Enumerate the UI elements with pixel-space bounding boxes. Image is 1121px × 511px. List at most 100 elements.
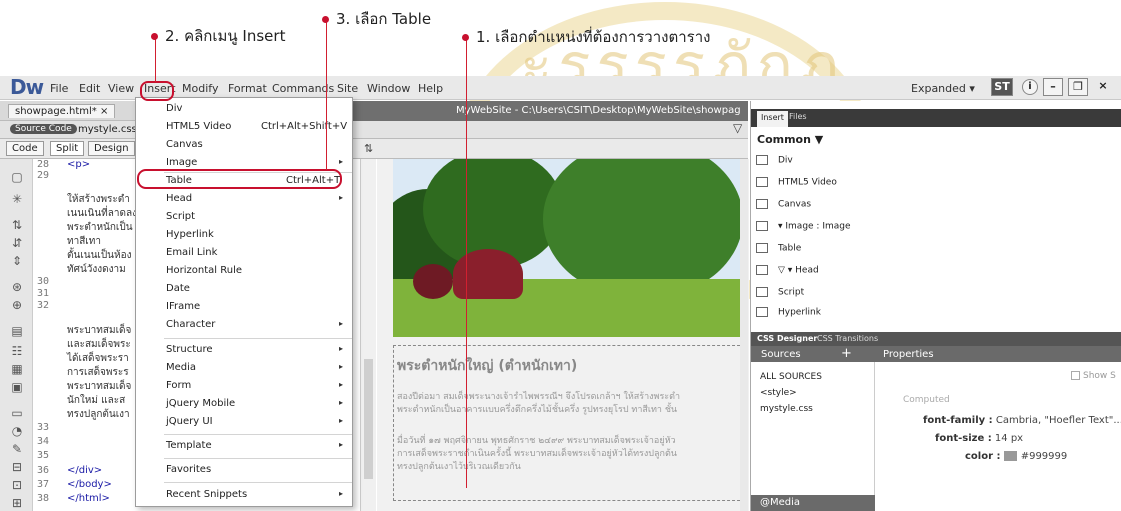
close-icon[interactable]: × <box>1093 78 1113 96</box>
table-icon <box>756 243 768 253</box>
color-swatch[interactable] <box>1003 451 1017 461</box>
submenu-arrow-icon: ▸ <box>339 193 344 202</box>
tab-insert[interactable]: Insert <box>757 111 788 127</box>
insert-canvas[interactable]: Canvas <box>756 199 811 210</box>
syntax-icon[interactable]: ☷ <box>10 345 24 357</box>
menu-modify[interactable]: Modify <box>182 82 218 95</box>
insert-html5-video[interactable]: HTML5 Video <box>756 177 837 188</box>
design-view[interactable]: พระตำหนักใหญ่ (ตำหนักเทา) สองปีต่อมา สมเ… <box>377 159 749 511</box>
insert-head[interactable]: ▽ ▾ Head <box>756 265 819 276</box>
extension-icon[interactable]: ST <box>991 78 1013 96</box>
tab-css-transitions[interactable]: CSS Transitions <box>817 334 878 343</box>
toolbar-options-icon[interactable]: ⇅ <box>364 142 373 155</box>
view-code-button[interactable]: Code <box>6 141 44 156</box>
design-scrollbar[interactable] <box>740 159 748 511</box>
menu-item-structure[interactable]: Structure ▸ <box>136 342 354 359</box>
css-panel-tabs: CSS Designer CSS Transitions <box>751 332 1121 346</box>
media-section[interactable]: @Media <box>751 495 875 511</box>
document-tab[interactable]: showpage.html* × <box>8 104 116 118</box>
open-documents-icon[interactable]: ▢ <box>10 171 24 183</box>
menu-item-horizontal-rule[interactable]: Horizontal Rule <box>136 263 354 280</box>
related-css-link[interactable]: mystyle.css <box>78 124 137 135</box>
annotation-step3: 3. เลือก Table <box>322 7 431 31</box>
menu-separator <box>164 482 352 483</box>
highlight-icon[interactable]: ⊕ <box>10 299 24 311</box>
menu-file[interactable]: File <box>50 82 68 95</box>
source-mystyle[interactable]: mystyle.css <box>760 404 813 414</box>
insert-highlight-ring <box>140 81 174 101</box>
menu-edit[interactable]: Edit <box>79 82 100 95</box>
menu-format[interactable]: Format <box>228 82 267 95</box>
source-code-badge[interactable]: Source Code <box>10 124 77 134</box>
add-source-icon[interactable]: + <box>841 346 852 361</box>
menu-item-script[interactable]: Script <box>136 209 354 226</box>
menu-item-character[interactable]: Character ▸ <box>136 317 354 334</box>
uncomment-icon[interactable]: ▣ <box>10 381 24 393</box>
submenu-arrow-icon: ▸ <box>339 398 344 407</box>
menu-item-media[interactable]: Media ▸ <box>136 360 354 377</box>
collapse-icon[interactable]: ✳ <box>10 193 24 205</box>
word-wrap-icon[interactable]: ▤ <box>10 325 24 337</box>
insert-div[interactable]: Div <box>756 155 793 166</box>
menu-item-jquery-mobile[interactable]: jQuery Mobile ▸ <box>136 396 354 413</box>
tab-css-designer[interactable]: CSS Designer <box>757 334 817 343</box>
menu-item-jquery-ui[interactable]: jQuery UI ▸ <box>136 414 354 431</box>
select-parent-icon[interactable]: ⇵ <box>10 237 24 249</box>
menu-item-date[interactable]: Date <box>136 281 354 298</box>
menu-site[interactable]: Site <box>337 82 358 95</box>
pointer-line-table <box>326 18 327 170</box>
source-style[interactable]: <style> <box>760 388 797 398</box>
submenu-arrow-icon: ▸ <box>339 319 344 328</box>
insert-table[interactable]: Table <box>756 243 801 254</box>
outdent-icon[interactable]: ⊡ <box>10 479 24 491</box>
move-css-icon[interactable]: ✎ <box>10 443 24 455</box>
tab-files[interactable]: Files <box>785 112 811 121</box>
design-paragraph-1: สองปีต่อมา สมเด็จพระนางเจ้ารำไพพรรณีฯ จึ… <box>397 392 681 402</box>
menu-item-email-link[interactable]: Email Link <box>136 245 354 262</box>
code-scrollbar[interactable] <box>360 159 376 511</box>
menu-item-div[interactable]: Div <box>136 101 354 118</box>
view-design-button[interactable]: Design <box>88 141 135 156</box>
coding-toolbar: ▢ ✳ ⇅ ⇵ ⇕ ⊛ ⊕ ▤ ☷ ▦ ▣ ▭ ◔ ✎ ⊟ ⊡ ⊞ <box>0 159 33 511</box>
menu-item-html5-video[interactable]: HTML5 Video Ctrl+Alt+Shift+V <box>136 119 354 136</box>
restore-icon[interactable]: ❐ <box>1068 78 1088 96</box>
menu-commands[interactable]: Commands <box>272 82 334 95</box>
menu-help[interactable]: Help <box>418 82 443 95</box>
balance-braces-icon[interactable]: ⇕ <box>10 255 24 267</box>
recent-snippets-icon[interactable]: ◔ <box>10 425 24 437</box>
menu-item-form[interactable]: Form ▸ <box>136 378 354 395</box>
indent-icon[interactable]: ⊟ <box>10 461 24 473</box>
menu-item-template[interactable]: Template ▸ <box>136 438 354 455</box>
tab-close-icon[interactable]: × <box>100 106 108 117</box>
source-all[interactable]: ALL SOURCES <box>760 372 822 382</box>
design-heading: พระตำหนักใหญ่ (ตำหนักเทา) <box>397 358 578 374</box>
document-tab-bar: showpage.html* × MyWebSite - C:\Users\CS… <box>0 101 748 121</box>
menu-item-favorites[interactable]: Favorites <box>136 462 354 479</box>
show-set-checkbox[interactable]: Show S <box>1071 371 1116 381</box>
menu-view[interactable]: View <box>108 82 134 95</box>
code-scroll-thumb[interactable] <box>364 359 373 479</box>
menu-item-iframe[interactable]: IFrame <box>136 299 354 316</box>
menu-item-hyperlink[interactable]: Hyperlink <box>136 227 354 244</box>
filter-icon[interactable]: ▽ <box>733 121 742 135</box>
info-icon[interactable]: i <box>1022 79 1038 95</box>
menu-item-canvas[interactable]: Canvas <box>136 137 354 154</box>
menu-window[interactable]: Window <box>367 82 410 95</box>
format-source-icon[interactable]: ⊞ <box>10 497 24 509</box>
menu-item-recent-snippets[interactable]: Recent Snippets ▸ <box>136 487 354 504</box>
expand-icon[interactable]: ⇅ <box>10 219 24 231</box>
wrap-tag-icon[interactable]: ▭ <box>10 407 24 419</box>
insert-menu-dropdown: Div HTML5 Video Ctrl+Alt+Shift+V Canvas I… <box>135 97 353 507</box>
comment-icon[interactable]: ▦ <box>10 363 24 375</box>
line-numbers-icon[interactable]: ⊛ <box>10 281 24 293</box>
insert-image[interactable]: ▾ Image : Image <box>756 221 851 232</box>
insert-script[interactable]: Script <box>756 287 804 298</box>
head-icon <box>756 265 768 275</box>
view-split-button[interactable]: Split <box>50 141 85 156</box>
insert-files-tabs: Insert Files <box>751 109 1121 127</box>
workspace-switcher[interactable]: Expanded ▾ <box>911 82 975 95</box>
menu-item-head[interactable]: Head ▸ <box>136 191 354 208</box>
insert-hyperlink[interactable]: Hyperlink <box>756 307 821 318</box>
minimize-icon[interactable]: – <box>1043 78 1063 96</box>
insert-category-dropdown[interactable]: Common ▼ <box>757 133 823 146</box>
